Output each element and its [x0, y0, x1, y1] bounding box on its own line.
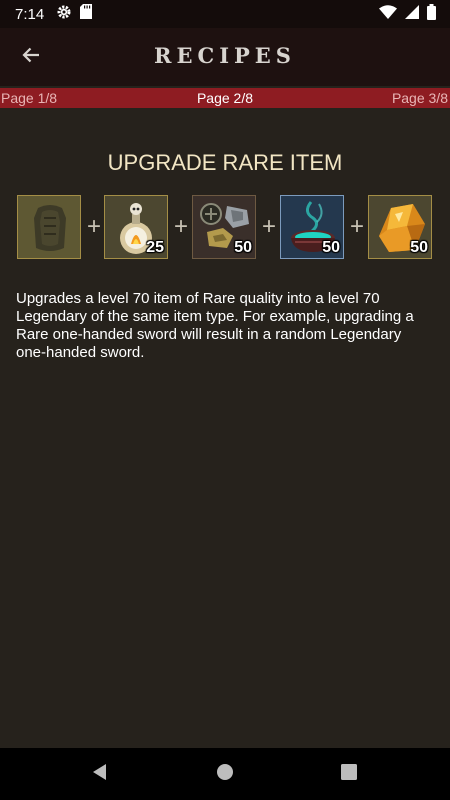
gear-icon [56, 4, 72, 25]
plus-separator: + [86, 213, 101, 240]
ingredient-slot[interactable] [17, 195, 81, 259]
ingredient-count: 25 [146, 239, 164, 256]
page-title: RECIPES [154, 43, 296, 68]
ingredient-slot[interactable]: 50 [368, 195, 432, 259]
ingredient-count: 50 [322, 239, 340, 256]
sd-card-icon [80, 4, 93, 24]
status-time: 7:14 [15, 5, 45, 23]
recents-square-icon [341, 763, 357, 785]
plus-separator: + [261, 213, 276, 240]
nav-back-button[interactable] [70, 748, 130, 800]
ingredient-slot[interactable]: 50 [280, 195, 344, 259]
recipe-description: Upgrades a level 70 item of Rare quality… [16, 290, 414, 361]
page-prev-link[interactable]: Page 1/8 [1, 88, 57, 108]
signal-icon [405, 4, 419, 24]
ingredient-count: 50 [234, 239, 252, 256]
ingredient-slot[interactable]: 50 [192, 195, 256, 259]
ingredient-row: + 25 + 50 + 50 + 50 [0, 195, 450, 261]
ingredient-slot[interactable]: 25 [104, 195, 168, 259]
back-triangle-icon [91, 763, 109, 786]
system-nav-bar [0, 748, 450, 800]
app-bar: RECIPES [0, 28, 450, 86]
plus-separator: + [349, 213, 364, 240]
status-bar: 7:14 [0, 0, 450, 28]
page-indicator-bar: Page 2/8 Page 1/8 Page 3/8 [0, 88, 450, 108]
nav-recents-button[interactable] [319, 748, 379, 800]
page-current: Page 2/8 [196, 90, 254, 106]
nav-home-button[interactable] [195, 748, 255, 800]
recipe-title: UPGRADE RARE ITEM [107, 150, 343, 175]
plus-separator: + [173, 213, 188, 240]
page-next-link[interactable]: Page 3/8 [392, 88, 448, 108]
battery-icon [427, 3, 436, 25]
ingredient-count: 50 [410, 239, 428, 256]
home-circle-icon [216, 763, 234, 786]
wifi-icon [379, 4, 397, 24]
